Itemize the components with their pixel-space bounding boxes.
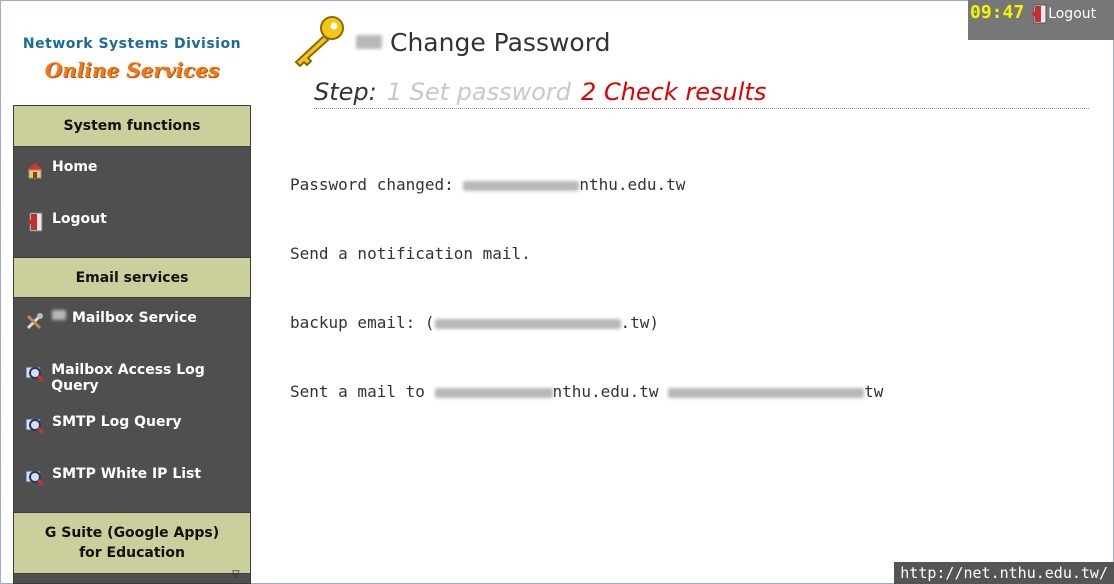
sidebar-item-mailbox-access-log[interactable]: Mailbox Access Log Query (14, 350, 250, 402)
main-content: Change Password Step: 1 Set password 2 C… (290, 14, 1090, 449)
step-label: Step: (314, 78, 377, 106)
step-set-password: 1 Set password (386, 78, 572, 106)
sidebar-item-label: SMTP Log Query (52, 414, 182, 430)
magnifier-icon (24, 362, 45, 384)
magnifier-icon (24, 414, 46, 436)
section-header-email-services[interactable]: Email services (14, 257, 250, 298)
sidebar-item-label: Mailbox Access Log Query (51, 362, 205, 394)
magnifier-icon (24, 466, 46, 488)
expand-arrow-icon[interactable]: ▽ (232, 569, 240, 580)
result-line-notification: Send a notification mail. (290, 244, 531, 263)
sidebar-item-mailbox-service[interactable]: Mailbox Service (14, 298, 250, 350)
sidebar-item-label: SMTP White IP List (52, 466, 202, 482)
sidebar-item-smtp-white-ip-list[interactable]: SMTP White IP List (14, 454, 250, 512)
step-indicator: Step: 1 Set password 2 Check results (314, 78, 1090, 106)
divider (314, 108, 1089, 109)
result-line-password-changed: Password changed: nthu.edu.tw (290, 175, 686, 194)
page-title: Change Password (390, 27, 611, 57)
sidebar: System functions Home Logout Email servi… (13, 105, 251, 584)
logo-online-services: Online Services (44, 58, 220, 82)
logo-division-name: Network Systems Division (22, 36, 242, 52)
sidebar-item-home[interactable]: Home (14, 147, 250, 199)
site-logo[interactable]: Network Systems Division Online Services (13, 36, 251, 82)
section-header-gsuite[interactable]: G Suite (Google Apps) for Education (14, 512, 250, 574)
section-header-system-functions[interactable]: System functions (14, 106, 250, 147)
redacted-text (463, 180, 580, 191)
result-line-backup-email: backup email: (.tw) (290, 313, 660, 332)
logout-icon (24, 211, 46, 233)
sidebar-item-label: Home (52, 159, 98, 175)
step-check-results: 2 Check results (581, 78, 767, 106)
redacted-text (434, 387, 553, 398)
sidebar-item-smtp-log-query[interactable]: SMTP Log Query (14, 402, 250, 454)
redacted-text (668, 387, 865, 398)
sidebar-item-logout[interactable]: Logout (14, 199, 250, 257)
result-line-sent-mail: Sent a mail to nthu.edu.tw tw (290, 382, 884, 401)
page-title-wrap: Change Password (356, 28, 610, 57)
footer-url-link[interactable]: http://net.nthu.edu.tw/ (894, 562, 1114, 584)
key-icon (294, 16, 344, 68)
home-icon (24, 159, 46, 181)
sidebar-item-label: Logout (52, 211, 107, 227)
redacted-text (52, 310, 66, 320)
page-header: Change Password (290, 14, 1090, 70)
result-message: Password changed: nthu.edu.tw Send a not… (290, 127, 1090, 449)
tools-icon (24, 310, 46, 332)
redacted-text (356, 35, 382, 49)
redacted-text (434, 318, 621, 329)
sidebar-item-label: Mailbox Service (72, 310, 197, 326)
